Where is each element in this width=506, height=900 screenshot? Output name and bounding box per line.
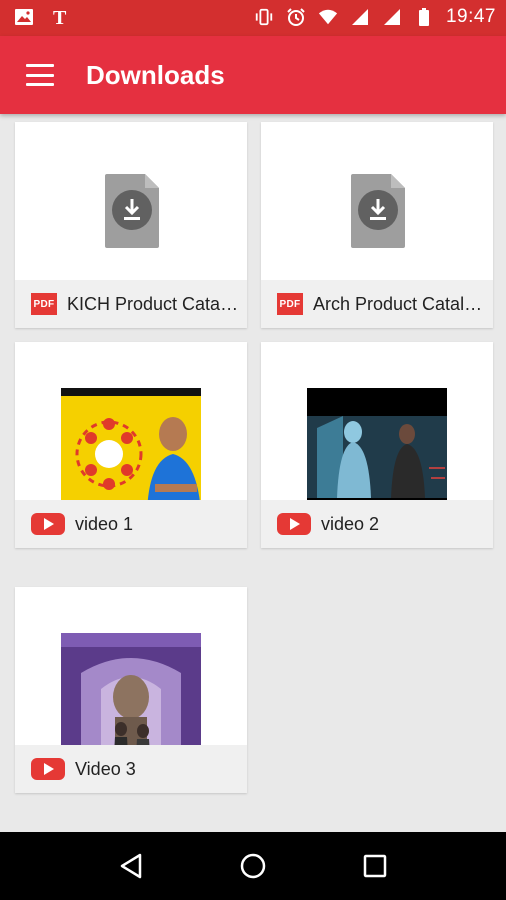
nyt-icon: T bbox=[50, 7, 70, 27]
download-item-video[interactable]: video 2 bbox=[261, 342, 493, 548]
recents-icon[interactable] bbox=[355, 846, 395, 886]
item-footer: video 1 bbox=[15, 500, 247, 548]
no-signal-icon bbox=[382, 7, 402, 27]
svg-text:T: T bbox=[53, 7, 67, 27]
item-footer: video 2 bbox=[261, 500, 493, 548]
item-label: video 1 bbox=[75, 513, 134, 534]
hamburger-menu-icon[interactable] bbox=[24, 60, 56, 90]
download-file-icon bbox=[351, 174, 405, 248]
item-label: KICH Product Catal… bbox=[67, 293, 239, 314]
pdf-icon: PDF bbox=[31, 293, 57, 315]
status-bar: T 19:47 bbox=[0, 0, 506, 36]
youtube-icon bbox=[277, 513, 311, 535]
vibrate-icon bbox=[254, 7, 274, 27]
download-item-pdf[interactable]: PDF Arch Product Catal… bbox=[261, 122, 493, 328]
pdf-icon: PDF bbox=[277, 293, 303, 315]
item-label: video 2 bbox=[321, 513, 380, 534]
item-footer: Video 3 bbox=[15, 745, 247, 793]
item-label: Video 3 bbox=[75, 758, 136, 779]
page-title: Downloads bbox=[86, 60, 225, 90]
alarm-icon bbox=[286, 7, 306, 27]
back-icon[interactable] bbox=[111, 846, 151, 886]
home-icon[interactable] bbox=[233, 846, 273, 886]
signal-icon bbox=[350, 7, 370, 27]
status-time: 19:47 bbox=[445, 6, 496, 27]
file-thumbnail bbox=[15, 122, 247, 280]
navigation-bar bbox=[0, 832, 506, 900]
video-thumbnail-container bbox=[15, 342, 247, 526]
battery-icon bbox=[414, 7, 434, 27]
item-footer: PDF Arch Product Catal… bbox=[261, 280, 493, 328]
wifi-icon bbox=[318, 7, 338, 27]
file-thumbnail bbox=[261, 122, 493, 280]
item-footer: PDF KICH Product Catal… bbox=[15, 280, 247, 328]
download-item-video[interactable]: video 1 bbox=[15, 342, 247, 548]
download-item-pdf[interactable]: PDF KICH Product Catal… bbox=[15, 122, 247, 328]
youtube-icon bbox=[31, 758, 65, 780]
youtube-icon bbox=[31, 513, 65, 535]
video-thumbnail-container bbox=[15, 587, 247, 771]
video-thumbnail-container bbox=[261, 342, 493, 526]
app-bar: Downloads bbox=[0, 36, 506, 114]
image-icon bbox=[14, 7, 34, 27]
item-label: Arch Product Catal… bbox=[313, 293, 483, 314]
download-item-video[interactable]: Video 3 bbox=[15, 587, 247, 793]
download-file-icon bbox=[105, 174, 159, 248]
